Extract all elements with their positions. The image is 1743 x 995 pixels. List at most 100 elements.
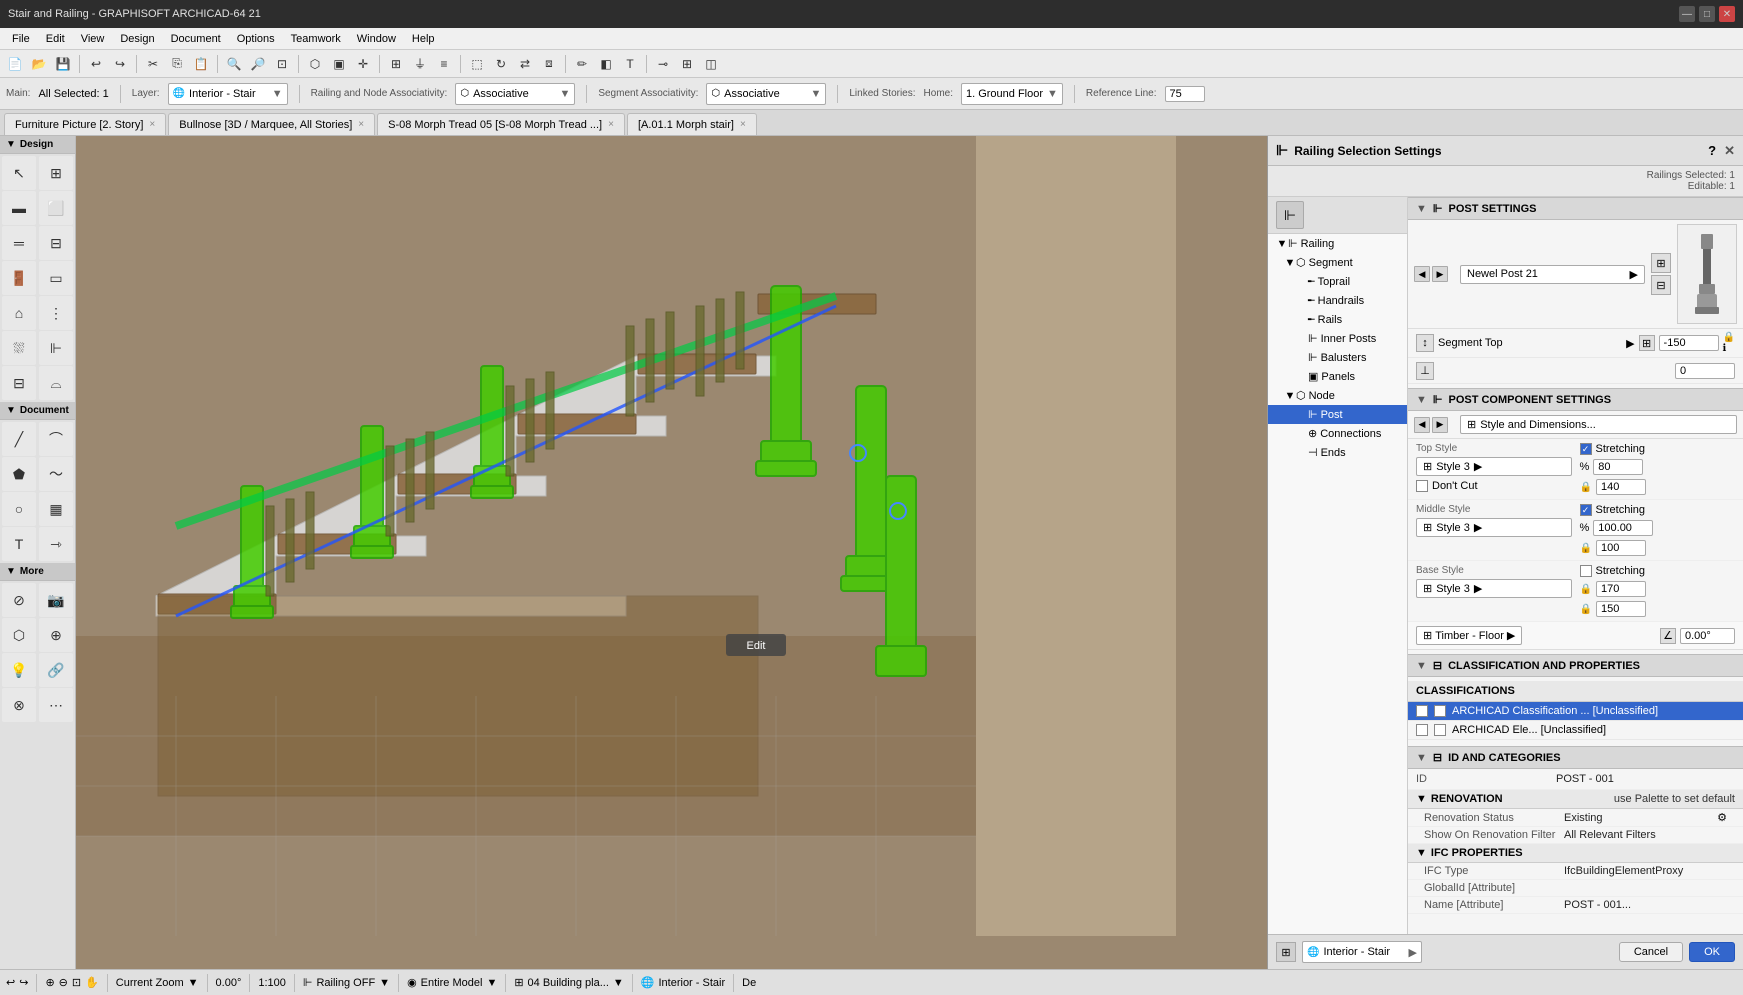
status-scale[interactable]: 1:100: [258, 977, 286, 989]
design-section-header[interactable]: ▼ Design: [0, 136, 75, 154]
top-stretch-cb[interactable]: ✓: [1580, 443, 1592, 455]
tool-shell[interactable]: ⌓: [39, 366, 73, 400]
nav-prev[interactable]: ◀: [1414, 266, 1430, 282]
status-railing-off[interactable]: ⊩ Railing OFF ▼: [303, 976, 390, 989]
newel-post-dropdown[interactable]: Newel Post 21 ▶: [1460, 265, 1645, 284]
zoom-out-icon[interactable]: ⊖: [59, 976, 68, 989]
ref-line-input[interactable]: [1165, 86, 1205, 102]
segment-toggle[interactable]: ▼: [1284, 257, 1296, 269]
tab-furniture[interactable]: Furniture Picture [2. Story] ×: [4, 113, 166, 135]
tb-3d[interactable]: ⬡: [304, 53, 326, 75]
cancel-button[interactable]: Cancel: [1619, 942, 1683, 962]
tb-undo[interactable]: ↩: [85, 53, 107, 75]
zoom-fit-icon[interactable]: ⊡: [72, 976, 81, 989]
tb-copy[interactable]: ⎘: [166, 53, 188, 75]
offset-input[interactable]: [1675, 363, 1735, 379]
tool-arc[interactable]: ⌒: [39, 422, 73, 456]
tree-node[interactable]: ▼ ⬡ Node: [1268, 386, 1407, 405]
menu-edit[interactable]: Edit: [38, 31, 73, 47]
railing-toggle[interactable]: ▼: [1276, 238, 1288, 250]
dont-cut-cb[interactable]: [1416, 480, 1428, 492]
classif-collapse[interactable]: ▼: [1416, 660, 1427, 672]
tree-ends[interactable]: ⊣ Ends: [1268, 443, 1407, 462]
renovation-collapse[interactable]: ▼: [1416, 793, 1427, 805]
tree-innerposts[interactable]: ⊩ Inner Posts: [1268, 329, 1407, 348]
tool-roof[interactable]: ⌂: [2, 296, 36, 330]
timber-btn[interactable]: ⊞ Timber - Floor ▶: [1416, 626, 1522, 645]
base-val1-input[interactable]: [1596, 581, 1646, 597]
post-settings-header[interactable]: ▼ ⊩ POST SETTINGS: [1408, 197, 1743, 220]
canvas-area[interactable]: Edit: [76, 136, 1267, 969]
close-window-button[interactable]: ✕: [1719, 6, 1735, 22]
menu-teamwork[interactable]: Teamwork: [283, 31, 349, 47]
ok-button[interactable]: OK: [1689, 942, 1735, 962]
classif-cb3[interactable]: [1416, 724, 1428, 736]
tb-grid[interactable]: ⊞: [385, 53, 407, 75]
classif-cb1[interactable]: [1416, 705, 1428, 717]
tb-dim[interactable]: ⊸: [652, 53, 674, 75]
tb-redo[interactable]: ↪: [109, 53, 131, 75]
tab-morph[interactable]: S-08 Morph Tread 05 [S-08 Morph Tread ..…: [377, 113, 625, 135]
tree-panels[interactable]: ▣ Panels: [1268, 367, 1407, 386]
id-categories-header[interactable]: ▼ ⊟ ID AND CATEGORIES: [1408, 746, 1743, 769]
tool-hotlink[interactable]: 🔗: [39, 653, 73, 687]
tool-mesh2[interactable]: ⋯: [39, 688, 73, 722]
tool-zoom[interactable]: ⊞: [39, 156, 73, 190]
tab-bullnose[interactable]: Bullnose [3D / Marquee, All Stories] ×: [168, 113, 375, 135]
maximize-button[interactable]: □: [1699, 6, 1715, 22]
tb-snap[interactable]: ✛: [352, 53, 374, 75]
tool-morph[interactable]: ⬡: [2, 618, 36, 652]
status-story[interactable]: ⊞ 04 Building pla... ▼: [514, 976, 623, 989]
style-dims-btn[interactable]: ⊞ Style and Dimensions...: [1460, 415, 1737, 434]
tool-label[interactable]: ⇾: [39, 527, 73, 561]
tb-fit[interactable]: ⊡: [271, 53, 293, 75]
zoom-pan-icon[interactable]: ✋: [85, 976, 99, 989]
tb-level[interactable]: ⊞: [676, 53, 698, 75]
undo-icon[interactable]: ↩: [6, 976, 15, 989]
zoom-in-icon[interactable]: ⊕: [45, 976, 54, 989]
rss-logo-icon[interactable]: ⊩: [1276, 201, 1304, 229]
tool-column[interactable]: ⬜: [39, 191, 73, 225]
tree-handrails[interactable]: ╾ Handrails: [1268, 291, 1407, 310]
tb-open[interactable]: 📂: [28, 53, 50, 75]
tb-pen[interactable]: ✏: [571, 53, 593, 75]
ifc-header-row[interactable]: ▼ IFC PROPERTIES: [1408, 844, 1743, 863]
classif-row-2[interactable]: ARCHICAD Ele... [Unclassified]: [1408, 721, 1743, 740]
tool-beam[interactable]: ═: [2, 226, 36, 260]
tree-post[interactable]: ⊩ Post: [1268, 405, 1407, 424]
bottom-icon-btn[interactable]: ⊞: [1276, 942, 1296, 962]
document-section-header[interactable]: ▼ Document: [0, 402, 75, 420]
tb-rotate[interactable]: ↻: [490, 53, 512, 75]
classif-row-1[interactable]: ARCHICAD Classification ... [Unclassifie…: [1408, 702, 1743, 721]
pcs-collapse[interactable]: ▼: [1416, 394, 1427, 406]
tb-offset[interactable]: ⧈: [538, 53, 560, 75]
renovation-header-row[interactable]: ▼ RENOVATION use Palette to set default: [1408, 790, 1743, 809]
tree-segment[interactable]: ▼ ⬡ Segment: [1268, 253, 1407, 272]
tool-spline[interactable]: 〜: [39, 457, 73, 491]
top-style-dropdown[interactable]: ⊞ Style 3 ▶: [1416, 457, 1572, 476]
tab-bullnose-close[interactable]: ×: [358, 119, 364, 130]
tool-curtain[interactable]: ⊟: [2, 366, 36, 400]
tool-lamp[interactable]: 💡: [2, 653, 36, 687]
top-val1-input[interactable]: [1596, 479, 1646, 495]
tool-xref[interactable]: ⊗: [2, 688, 36, 722]
tb-mirror[interactable]: ⇄: [514, 53, 536, 75]
tool-zone[interactable]: ⊘: [2, 583, 36, 617]
angle-input[interactable]: [1680, 628, 1735, 644]
segment-top-input[interactable]: [1659, 335, 1719, 351]
tree-rails[interactable]: ╾ Rails: [1268, 310, 1407, 329]
pcs-nav-prev[interactable]: ◀: [1414, 417, 1430, 433]
middle-style-dropdown[interactable]: ⊞ Style 3 ▶: [1416, 518, 1572, 537]
interior-stair-selector[interactable]: 🌐 Interior - Stair ▶: [1302, 941, 1422, 963]
post-preview-icon1[interactable]: ⊞: [1651, 253, 1671, 273]
tab-morph-stair[interactable]: [A.01.1 Morph stair] ×: [627, 113, 757, 135]
mid-stretch-cb[interactable]: ✓: [1580, 504, 1592, 516]
tree-connections[interactable]: ⊕ Connections: [1268, 424, 1407, 443]
tool-slab[interactable]: ▭: [39, 261, 73, 295]
tb-zoom-out[interactable]: 🔎: [247, 53, 269, 75]
tb-zone[interactable]: ◫: [700, 53, 722, 75]
ifc-collapse[interactable]: ▼: [1416, 847, 1427, 859]
tool-select[interactable]: ↖: [2, 156, 36, 190]
segment-assoc-select[interactable]: ⬡ Associative ▼: [706, 83, 826, 105]
tool-window[interactable]: ⊟: [39, 226, 73, 260]
